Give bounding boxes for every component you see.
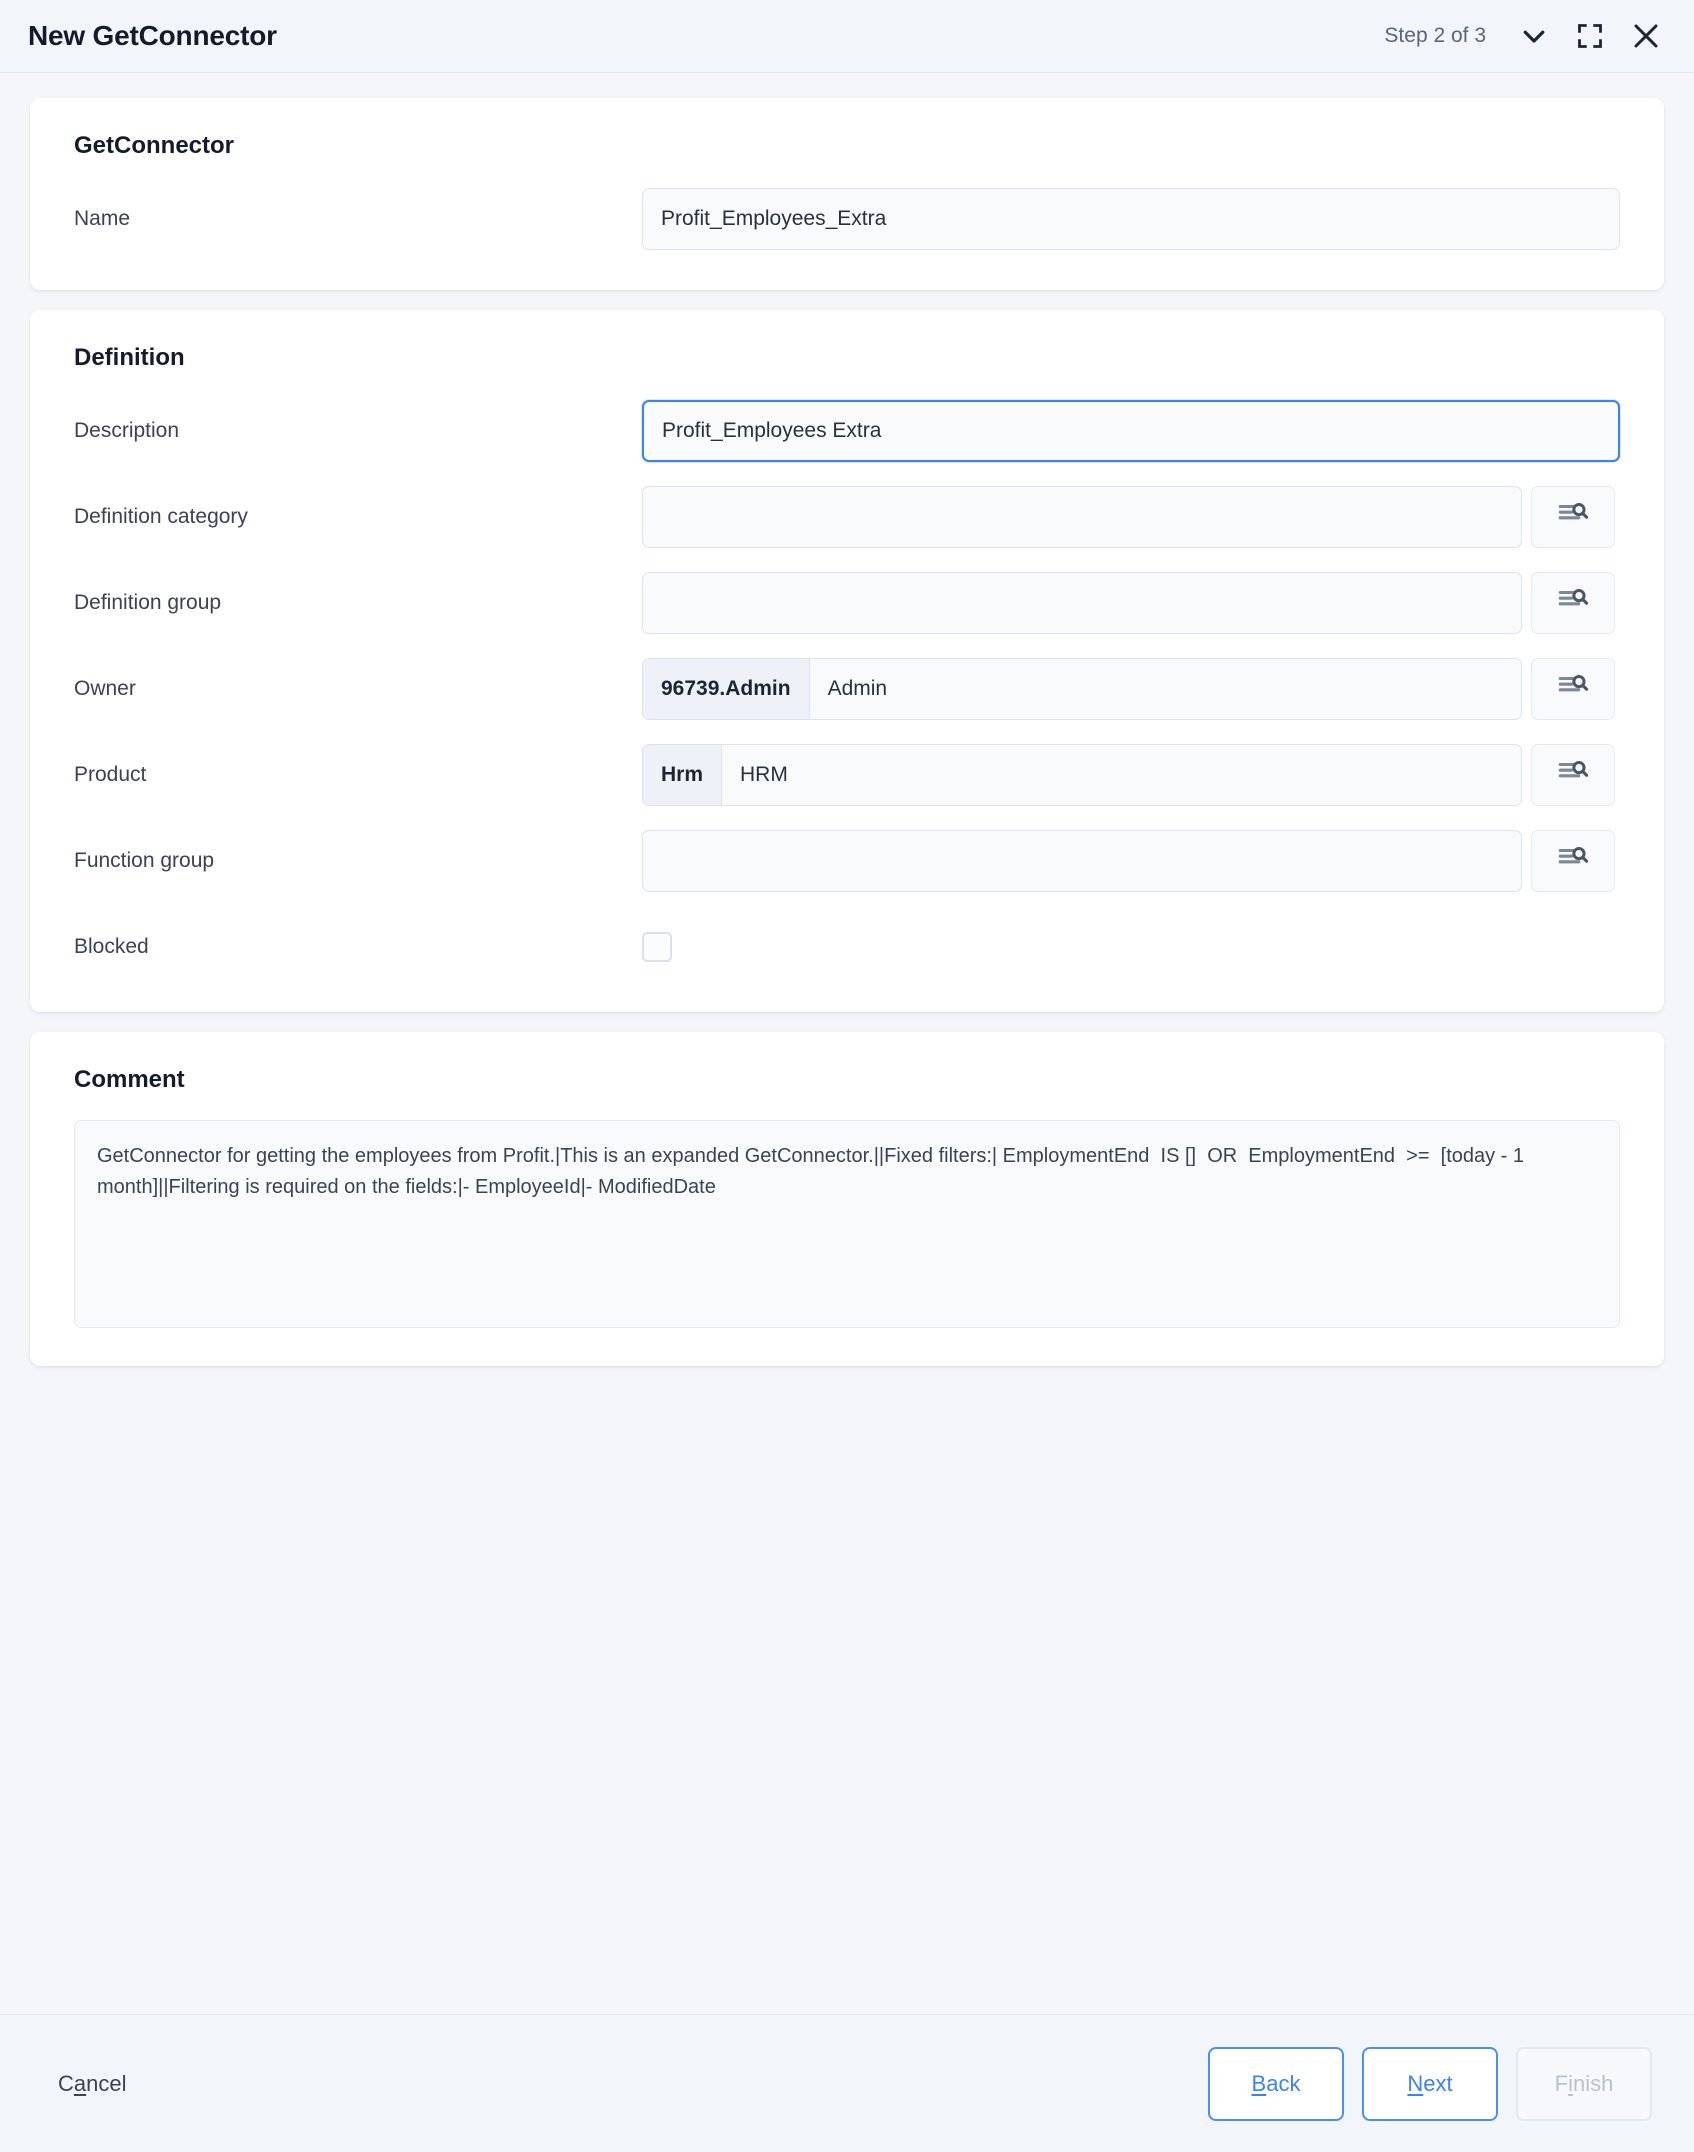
- close-icon[interactable]: [1620, 10, 1672, 62]
- label-blocked: Blocked: [74, 935, 149, 958]
- getconnector-section-title: GetConnector: [74, 132, 235, 159]
- form-row-blocked: Blocked: [74, 916, 1620, 978]
- definition-group-input[interactable]: [642, 572, 1522, 634]
- name-input[interactable]: Profit_Employees_Extra: [642, 188, 1620, 250]
- field-area-function-group: [642, 830, 1620, 892]
- field-area-blocked: [642, 932, 1620, 962]
- form-row-definition-group: Definition group: [74, 572, 1620, 634]
- new-getconnector-dialog: New GetConnector Step 2 of 3 GetConnecto…: [0, 0, 1694, 2152]
- lookup-list-search-icon: [1556, 498, 1590, 537]
- maximize-icon[interactable]: [1564, 10, 1616, 62]
- form-row-definition-category: Definition category: [74, 486, 1620, 548]
- titlebar-actions: Step 2 of 3: [1384, 10, 1672, 62]
- owner-compound-input[interactable]: 96739.Admin Admin: [642, 658, 1522, 720]
- product-description: HRM: [740, 763, 788, 786]
- label-name: Name: [74, 207, 131, 230]
- label-product: Product: [74, 763, 147, 786]
- dialog-body: GetConnector Name Profit_Employees_Extra…: [0, 73, 1694, 2014]
- finish-button: Fi nish: [1516, 2046, 1652, 2121]
- comment-section-title: Comment: [74, 1066, 185, 1093]
- definition-section-title: Definition: [74, 344, 185, 371]
- page-title: New GetConnector: [28, 20, 277, 51]
- definition-card: Definition Description Profit_Employees E…: [30, 310, 1664, 1012]
- step-indicator: Step 2 of 3: [1384, 24, 1486, 47]
- blocked-checkbox[interactable]: [642, 932, 672, 962]
- product-compound-input[interactable]: Hrm HRM: [642, 744, 1522, 806]
- definition-rows: Description Profit_Employees Extra Definit…: [74, 400, 1620, 978]
- cancel-button[interactable]: Cancel: [58, 2071, 127, 2097]
- owner-description: Admin: [827, 677, 888, 700]
- chevron-down-icon[interactable]: [1508, 10, 1560, 62]
- back-button[interactable]: Back: [1208, 2046, 1344, 2121]
- form-row-product: Product Hrm HRM: [74, 744, 1620, 806]
- owner-lookup-button[interactable]: [1531, 658, 1615, 720]
- field-area-definition-category: [642, 486, 1620, 548]
- form-row-owner: Owner 96739.Admin Admin: [74, 658, 1620, 720]
- field-area-name: Profit_Employees_Extra: [642, 188, 1620, 250]
- definition-group-lookup-button[interactable]: [1531, 572, 1615, 634]
- footer-actions: Back Next Fi nish: [1208, 2046, 1652, 2121]
- comment-textarea[interactable]: GetConnector for getting the employees f…: [74, 1120, 1620, 1328]
- definition-category-input[interactable]: [642, 486, 1522, 548]
- lookup-list-search-icon: [1556, 584, 1590, 623]
- function-group-input[interactable]: [642, 830, 1522, 892]
- getconnector-card: GetConnector Name Profit_Employees_Extra: [30, 98, 1664, 290]
- owner-code: 96739.Admin: [643, 659, 810, 719]
- definition-category-lookup-button[interactable]: [1531, 486, 1615, 548]
- function-group-lookup-button[interactable]: [1531, 830, 1615, 892]
- product-lookup-button[interactable]: [1531, 744, 1615, 806]
- label-owner: Owner: [74, 677, 136, 700]
- label-function-group: Function group: [74, 849, 215, 872]
- field-area-definition-group: [642, 572, 1620, 634]
- field-area-description: Profit_Employees Extra: [642, 400, 1620, 462]
- lookup-list-search-icon: [1556, 670, 1590, 709]
- form-row-name: Name Profit_Employees_Extra: [74, 188, 1620, 250]
- next-button[interactable]: Next: [1362, 2046, 1498, 2121]
- form-row-description: Description Profit_Employees Extra: [74, 400, 1620, 462]
- label-description: Description: [74, 419, 180, 442]
- field-area-product: Hrm HRM: [642, 744, 1620, 806]
- description-input[interactable]: Profit_Employees Extra: [642, 400, 1620, 462]
- label-definition-group: Definition group: [74, 591, 222, 614]
- label-definition-category: Definition category: [74, 505, 248, 528]
- lookup-list-search-icon: [1556, 756, 1590, 795]
- product-code: Hrm: [643, 745, 723, 805]
- dialog-titlebar: New GetConnector Step 2 of 3: [0, 0, 1694, 73]
- field-area-owner: 96739.Admin Admin: [642, 658, 1620, 720]
- form-row-function-group: Function group: [74, 830, 1620, 892]
- dialog-footer: Cancel Back Next Fi nish: [0, 2014, 1694, 2152]
- comment-card: Comment GetConnector for getting the emp…: [30, 1032, 1664, 1366]
- lookup-list-search-icon: [1556, 842, 1590, 881]
